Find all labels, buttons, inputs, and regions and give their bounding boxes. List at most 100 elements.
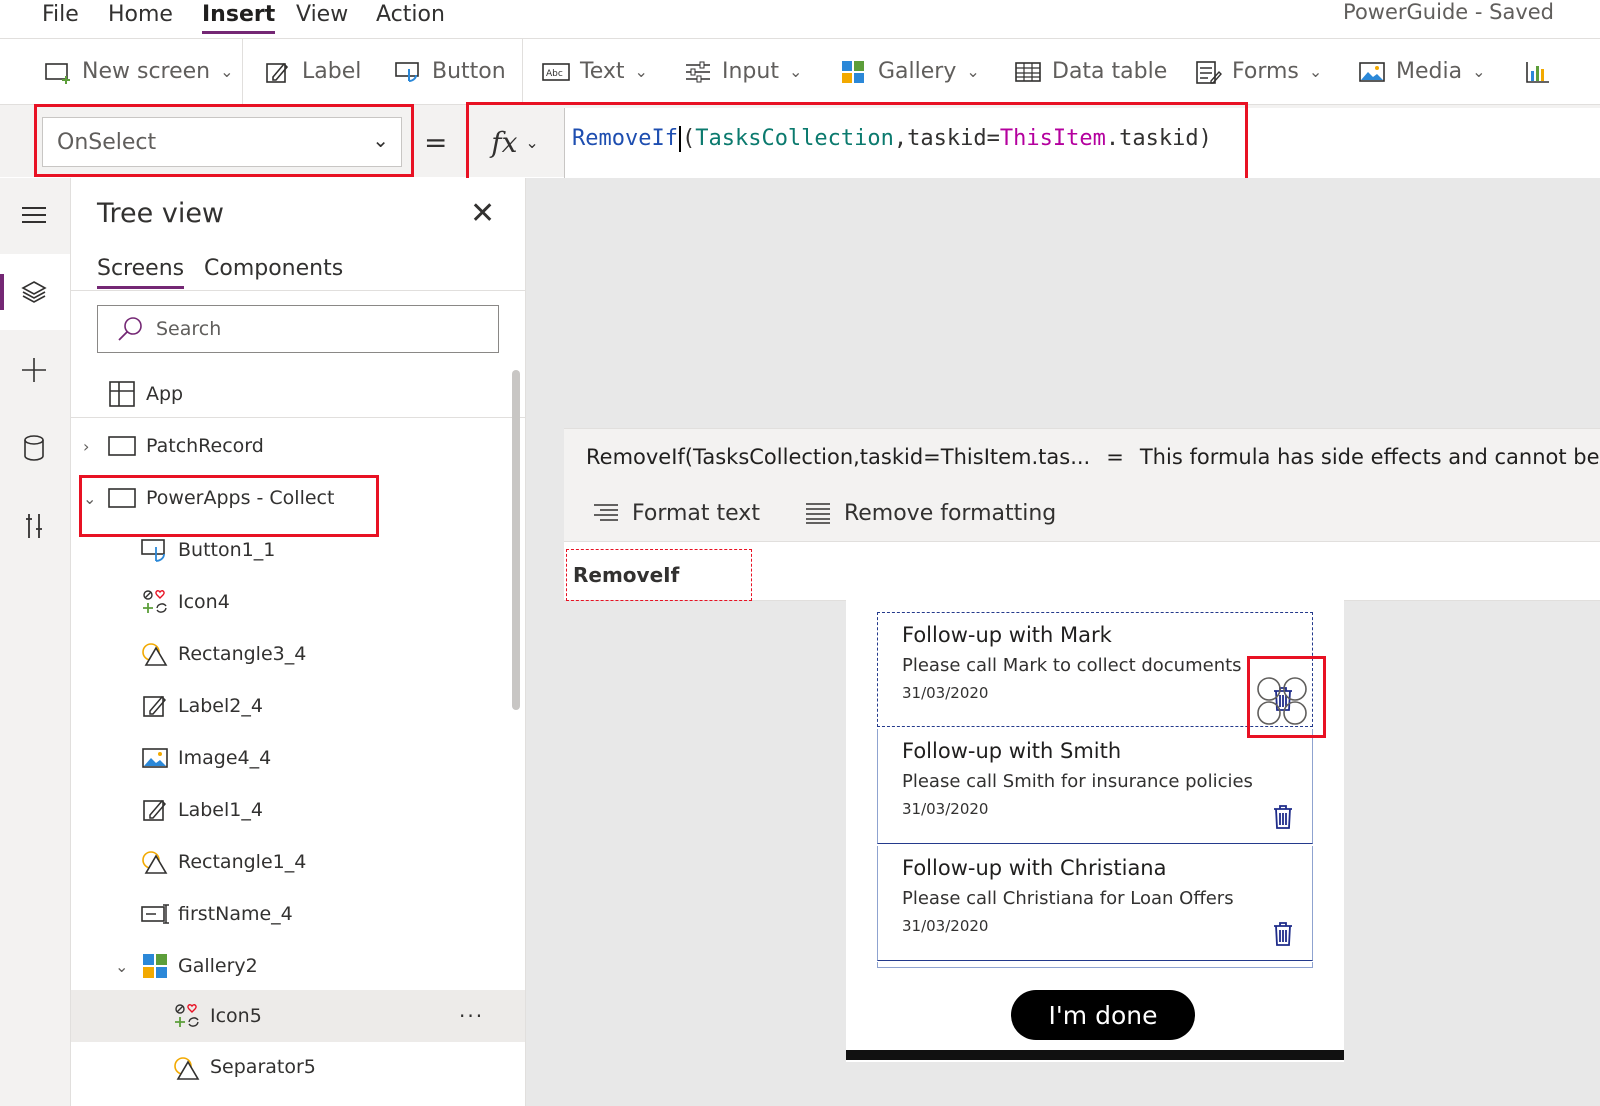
tree-view-title: Tree view — [97, 198, 225, 229]
button-button[interactable]: Button — [394, 39, 506, 104]
tree-item-label: Rectangle1_4 — [178, 851, 307, 873]
gallery-item-title: Follow-up with Christiana — [902, 856, 1167, 880]
chevron-down-icon[interactable]: ⌄ — [115, 957, 128, 976]
chevron-down-icon: ⌄ — [788, 62, 803, 81]
label-icon — [143, 695, 167, 717]
tab-screens[interactable]: Screens — [97, 256, 185, 289]
tree-item-label1-4[interactable]: Label1_4 — [71, 784, 525, 836]
tree-item-icon4[interactable]: Icon4 — [71, 576, 525, 628]
data-table-icon — [1015, 61, 1041, 82]
input-menu-button[interactable]: Input ⌄ — [684, 39, 802, 104]
gallery-item[interactable]: Follow-up with Christiana Please call Ch… — [877, 846, 1313, 961]
trash-icon[interactable] — [1272, 804, 1294, 830]
gallery-label: Gallery — [878, 59, 957, 84]
tree-item-separator5[interactable]: Separator5 — [71, 1042, 525, 1094]
tree-item-label: PatchRecord — [146, 435, 264, 457]
tree-item-app[interactable]: App — [71, 368, 525, 420]
tree-item-rectangle1-4[interactable]: Rectangle1_4 — [71, 836, 525, 888]
charts-menu-button[interactable] — [1524, 39, 1552, 104]
plus-insert-icon[interactable] — [16, 352, 52, 388]
format-text-icon — [594, 504, 618, 521]
menu-insert[interactable]: Insert — [202, 2, 276, 34]
close-icon[interactable]: ✕ — [470, 196, 495, 231]
text-label: Text — [580, 59, 625, 84]
tree-item-button1-1[interactable]: Button1_1 — [71, 524, 525, 576]
suggestion-removeif[interactable]: RemoveIf — [566, 549, 752, 601]
layers-tree-view-icon[interactable] — [16, 274, 52, 310]
menu-bar: File Home Insert View Action PowerGuide … — [0, 0, 1600, 39]
menu-home[interactable]: Home — [108, 2, 173, 27]
equals-sign: = — [424, 126, 448, 159]
new-screen-button[interactable]: New screen ⌄ — [44, 39, 234, 104]
input-label: Input — [722, 59, 779, 84]
format-text-button[interactable]: Format text — [592, 501, 760, 526]
media-image-icon — [1359, 61, 1385, 82]
highlight-formula — [466, 102, 1248, 190]
tree-item-label: Label2_4 — [178, 695, 263, 717]
tree-item-label: Gallery2 — [178, 955, 258, 977]
hamburger-menu-icon[interactable] — [16, 197, 52, 233]
chevron-right-icon[interactable]: › — [83, 437, 89, 456]
icon-control-icon — [175, 1004, 199, 1027]
more-options-icon[interactable]: ··· — [459, 1004, 484, 1028]
chevron-down-icon: ⌄ — [1308, 62, 1323, 81]
new-screen-icon — [45, 62, 70, 84]
gallery-icon — [143, 954, 167, 978]
text-menu-button[interactable]: Abc Text ⌄ — [542, 39, 648, 104]
data-table-label: Data table — [1052, 59, 1168, 84]
tree-item-firstname-4[interactable]: firstName_4 — [71, 888, 525, 940]
advanced-tools-icon[interactable] — [16, 508, 52, 544]
app-title: PowerGuide - Saved — [1343, 0, 1554, 24]
ribbon-divider — [522, 39, 523, 104]
gallery-item[interactable]: Follow-up with Smith Please call Smith f… — [877, 729, 1313, 844]
database-icon[interactable] — [16, 430, 52, 466]
forms-menu-button[interactable]: Forms ⌄ — [1194, 39, 1322, 104]
format-text-label: Format text — [632, 500, 760, 526]
forms-icon — [1196, 60, 1222, 84]
gallery-menu-button[interactable]: Gallery ⌄ — [840, 39, 980, 104]
insert-ribbon: New screen ⌄ Label Button Abc Text ⌄ Inp… — [0, 39, 1600, 105]
ribbon-divider — [242, 39, 243, 104]
tree-item-rectangle3-4[interactable]: Rectangle3_4 — [71, 628, 525, 680]
label-icon — [266, 62, 289, 83]
gallery-item-title: Follow-up with Smith — [902, 739, 1122, 763]
tab-divider — [71, 290, 525, 291]
chevron-down-icon: ⌄ — [966, 62, 980, 81]
label-button[interactable]: Label — [264, 39, 361, 104]
text-input-icon: Abc — [542, 62, 570, 81]
tree-item-gallery2[interactable]: ⌄ Gallery2 — [71, 940, 525, 992]
button-icon — [141, 539, 165, 562]
screen-bottom-bar — [846, 1050, 1344, 1060]
search-placeholder: Search — [156, 318, 222, 340]
menu-view[interactable]: View — [296, 2, 348, 27]
data-table-button[interactable]: Data table — [1014, 39, 1167, 104]
shapes-icon — [142, 851, 168, 874]
menu-file[interactable]: File — [42, 2, 79, 27]
tree-item-label: Separator5 — [210, 1056, 316, 1078]
media-menu-button[interactable]: Media ⌄ — [1358, 39, 1485, 104]
im-done-button[interactable]: I'm done — [1011, 990, 1195, 1040]
tree-item-patchrecord[interactable]: › PatchRecord — [71, 420, 525, 472]
button-label: Button — [432, 59, 506, 84]
trash-icon[interactable] — [1272, 921, 1294, 947]
search-icon — [118, 317, 142, 341]
svg-text:Abc: Abc — [546, 69, 563, 79]
highlight-icon — [1247, 656, 1326, 738]
tree-search-input[interactable]: Search — [97, 305, 499, 353]
label-label: Label — [302, 59, 362, 84]
chevron-down-icon: ⌄ — [634, 62, 648, 81]
new-screen-label: New screen — [82, 59, 211, 84]
remove-formatting-button[interactable]: Remove formatting — [804, 501, 1056, 526]
tree-item-label: Image4_4 — [178, 747, 272, 769]
menu-action[interactable]: Action — [376, 2, 445, 27]
image-icon — [142, 748, 168, 768]
media-label: Media — [1396, 59, 1463, 84]
gallery-item-subtitle: Please call Smith for insurance policies — [902, 771, 1253, 792]
tree-item-image4-4[interactable]: Image4_4 — [71, 732, 525, 784]
tab-components[interactable]: Components — [204, 256, 343, 281]
tree-scrollbar[interactable] — [512, 370, 520, 710]
tree-item-icon5[interactable]: Icon5 ··· — [71, 990, 525, 1042]
tree-item-label2-4[interactable]: Label2_4 — [71, 680, 525, 732]
tree-item-label: Label1_4 — [178, 799, 263, 821]
shapes-icon — [142, 643, 168, 666]
